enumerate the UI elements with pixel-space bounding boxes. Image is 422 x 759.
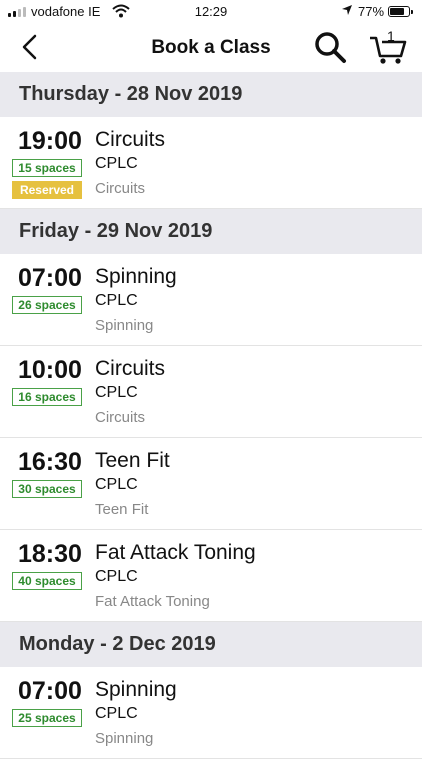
spaces-badge: 15 spaces [12,159,82,177]
spaces-badge: 30 spaces [12,480,82,498]
class-category: Spinning [95,730,154,747]
class-row[interactable]: 16:30 30 spaces Teen Fit CPLC Teen Fit [0,438,422,530]
class-category: Circuits [95,180,146,197]
class-category: Spinning [95,317,154,334]
battery-icon [388,6,413,17]
search-icon [315,32,346,63]
class-name: Spinning [95,678,177,701]
class-category: Fat Attack Toning [95,593,210,610]
class-location: CPLC [95,384,138,401]
class-time: 18:30 [18,540,82,568]
class-row[interactable]: 07:00 26 spaces Spinning CPLC Spinning [0,254,422,346]
cart-button[interactable]: 1 [368,28,408,66]
class-row[interactable]: 19:00 15 spaces Reserved Circuits CPLC C… [0,117,422,209]
page-title: Book a Class [151,37,271,58]
class-time: 07:00 [18,677,82,705]
class-name: Circuits [95,128,166,151]
class-location: CPLC [95,292,138,309]
class-time: 07:00 [18,264,82,292]
day-header: Monday - 2 Dec 2019 [0,622,422,667]
class-location: CPLC [95,155,138,172]
spaces-badge: 40 spaces [12,572,82,590]
class-name: Circuits [95,357,166,380]
class-time: 10:00 [18,356,82,384]
spaces-badge: 16 spaces [12,388,82,406]
class-row[interactable]: 10:00 16 spaces Circuits CPLC Circuits [0,346,422,438]
spaces-badge: 25 spaces [12,709,82,727]
day-header: Friday - 29 Nov 2019 [0,209,422,254]
class-time: 19:00 [18,127,82,155]
class-name: Fat Attack Toning [95,541,256,564]
search-button[interactable] [312,30,348,66]
location-icon [341,4,353,19]
spaces-badge: 26 spaces [12,296,82,314]
class-location: CPLC [95,476,138,493]
nav-bar: Book a Class 1 [0,24,422,72]
class-category: Teen Fit [95,501,149,518]
class-location: CPLC [95,705,138,722]
status-bar: vodafone IE 12:29 77% [0,0,422,24]
class-category: Circuits [95,409,146,426]
class-list: Thursday - 28 Nov 2019 19:00 15 spaces R… [0,72,422,759]
class-row[interactable]: 18:30 40 spaces Fat Attack Toning CPLC F… [0,530,422,622]
class-location: CPLC [95,568,138,585]
class-row[interactable]: 07:00 25 spaces Spinning CPLC Spinning [0,667,422,759]
cart-count: 1 [387,28,395,44]
reserved-badge: Reserved [12,181,82,199]
day-header: Thursday - 28 Nov 2019 [0,72,422,117]
class-name: Teen Fit [95,449,170,472]
class-name: Spinning [95,265,177,288]
class-time: 16:30 [18,448,82,476]
battery-percent: 77% [358,4,385,19]
